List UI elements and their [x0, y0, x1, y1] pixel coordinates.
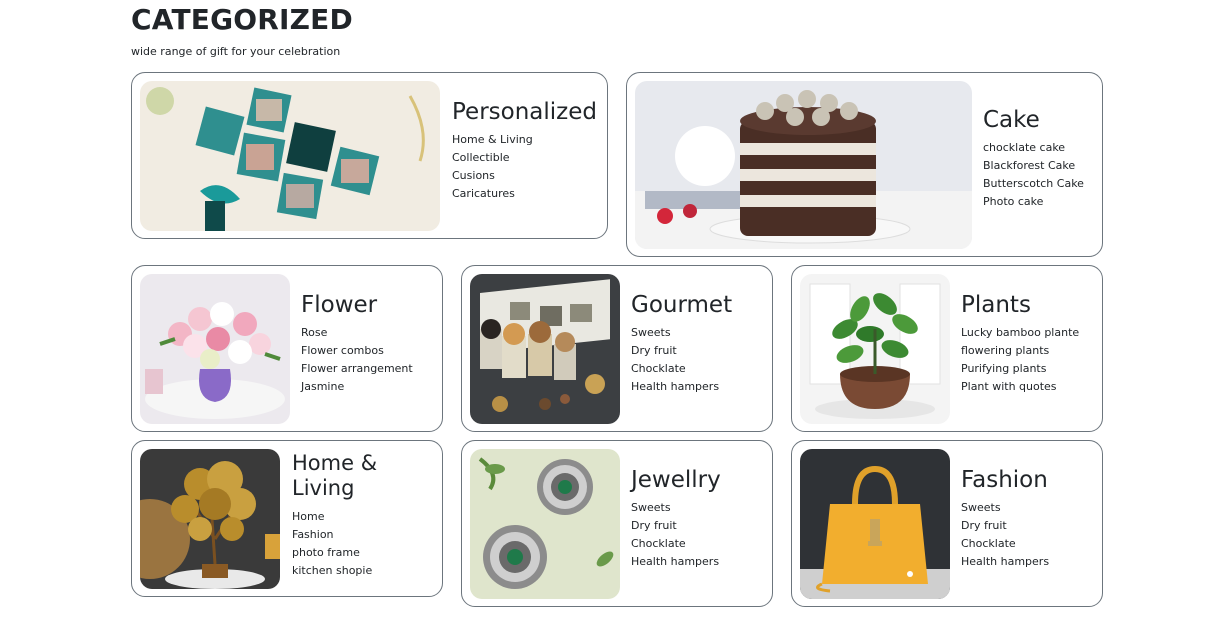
category-card-plants[interactable]: Plants Lucky bamboo plante flowering pla… — [791, 265, 1103, 432]
list-item[interactable]: Sweets — [631, 324, 732, 342]
category-card-jewellry[interactable]: Jewellry Sweets Dry fruit Chocklate Heal… — [461, 440, 773, 607]
category-title[interactable]: Flower — [301, 292, 413, 318]
category-list: Sweets Dry fruit Chocklate Health hamper… — [961, 499, 1049, 571]
list-item[interactable]: chocklate cake — [983, 139, 1084, 157]
list-item[interactable]: Health hampers — [631, 553, 721, 571]
category-list: Home Fashion photo frame kitchen shopie — [292, 508, 412, 580]
category-list: Sweets Dry fruit Chocklate Health hamper… — [631, 499, 721, 571]
list-item[interactable]: Sweets — [961, 499, 1049, 517]
category-title[interactable]: Gourmet — [631, 292, 732, 318]
personalized-text: Personalized Home & Living Collectible C… — [452, 99, 597, 203]
list-item[interactable]: Cusions — [452, 167, 597, 185]
cake-image[interactable] — [635, 81, 972, 249]
personalized-image[interactable] — [140, 81, 440, 231]
category-title[interactable]: Home & Living — [292, 451, 412, 501]
category-list: Rose Flower combos Flower arrangement Ja… — [301, 324, 413, 396]
gourmet-image[interactable] — [470, 274, 620, 424]
gourmet-text: Gourmet Sweets Dry fruit Chocklate Healt… — [631, 292, 732, 396]
list-item[interactable]: Dry fruit — [631, 517, 721, 535]
list-item[interactable]: Jasmine — [301, 378, 413, 396]
page-subtitle: wide range of gift for your celebration — [131, 45, 341, 58]
list-item[interactable]: Collectible — [452, 149, 597, 167]
list-item[interactable]: Sweets — [631, 499, 721, 517]
list-item[interactable]: Photo cake — [983, 193, 1084, 211]
list-item[interactable]: Purifying plants — [961, 360, 1079, 378]
category-title[interactable]: Personalized — [452, 99, 597, 125]
category-card-home-living[interactable]: Home & Living Home Fashion photo frame k… — [131, 440, 443, 597]
list-item[interactable]: Chocklate — [631, 535, 721, 553]
category-card-gourmet[interactable]: Gourmet Sweets Dry fruit Chocklate Healt… — [461, 265, 773, 432]
category-list: Sweets Dry fruit Chocklate Health hamper… — [631, 324, 732, 396]
page-title: CATEGORIZED — [131, 3, 353, 36]
plants-text: Plants Lucky bamboo plante flowering pla… — [961, 292, 1079, 396]
list-item[interactable]: Dry fruit — [961, 517, 1049, 535]
list-item[interactable]: photo frame — [292, 544, 412, 562]
list-item[interactable]: Plant with quotes — [961, 378, 1079, 396]
jewellry-text: Jewellry Sweets Dry fruit Chocklate Heal… — [631, 467, 721, 571]
list-item[interactable]: Health hampers — [631, 378, 732, 396]
category-card-fashion[interactable]: Fashion Sweets Dry fruit Chocklate Healt… — [791, 440, 1103, 607]
category-title[interactable]: Jewellry — [631, 467, 721, 493]
category-card-flower[interactable]: Flower Rose Flower combos Flower arrange… — [131, 265, 443, 432]
list-item[interactable]: kitchen shopie — [292, 562, 412, 580]
category-list: chocklate cake Blackforest Cake Buttersc… — [983, 139, 1084, 211]
list-item[interactable]: Chocklate — [631, 360, 732, 378]
category-card-personalized[interactable]: Personalized Home & Living Collectible C… — [131, 72, 608, 239]
category-list: Lucky bamboo plante flowering plants Pur… — [961, 324, 1079, 396]
category-list: Home & Living Collectible Cusions Carica… — [452, 131, 597, 203]
home-living-text: Home & Living Home Fashion photo frame k… — [292, 451, 412, 580]
list-item[interactable]: Dry fruit — [631, 342, 732, 360]
jewellry-image[interactable] — [470, 449, 620, 599]
list-item[interactable]: Caricatures — [452, 185, 597, 203]
list-item[interactable]: Chocklate — [961, 535, 1049, 553]
home-living-image[interactable] — [140, 449, 280, 589]
list-item[interactable]: Flower combos — [301, 342, 413, 360]
category-title[interactable]: Fashion — [961, 467, 1049, 493]
list-item[interactable]: Butterscotch Cake — [983, 175, 1084, 193]
list-item[interactable]: Flower arrangement — [301, 360, 413, 378]
category-card-cake[interactable]: Cake chocklate cake Blackforest Cake But… — [626, 72, 1103, 257]
list-item[interactable]: Blackforest Cake — [983, 157, 1084, 175]
flower-image[interactable] — [140, 274, 290, 424]
list-item[interactable]: flowering plants — [961, 342, 1079, 360]
list-item[interactable]: Fashion — [292, 526, 412, 544]
list-item[interactable]: Home — [292, 508, 412, 526]
flower-text: Flower Rose Flower combos Flower arrange… — [301, 292, 413, 396]
plants-image[interactable] — [800, 274, 950, 424]
category-title[interactable]: Plants — [961, 292, 1079, 318]
list-item[interactable]: Rose — [301, 324, 413, 342]
list-item[interactable]: Health hampers — [961, 553, 1049, 571]
list-item[interactable]: Home & Living — [452, 131, 597, 149]
category-title[interactable]: Cake — [983, 107, 1084, 133]
fashion-text: Fashion Sweets Dry fruit Chocklate Healt… — [961, 467, 1049, 571]
list-item[interactable]: Lucky bamboo plante — [961, 324, 1079, 342]
fashion-image[interactable] — [800, 449, 950, 599]
cake-text: Cake chocklate cake Blackforest Cake But… — [983, 107, 1084, 211]
